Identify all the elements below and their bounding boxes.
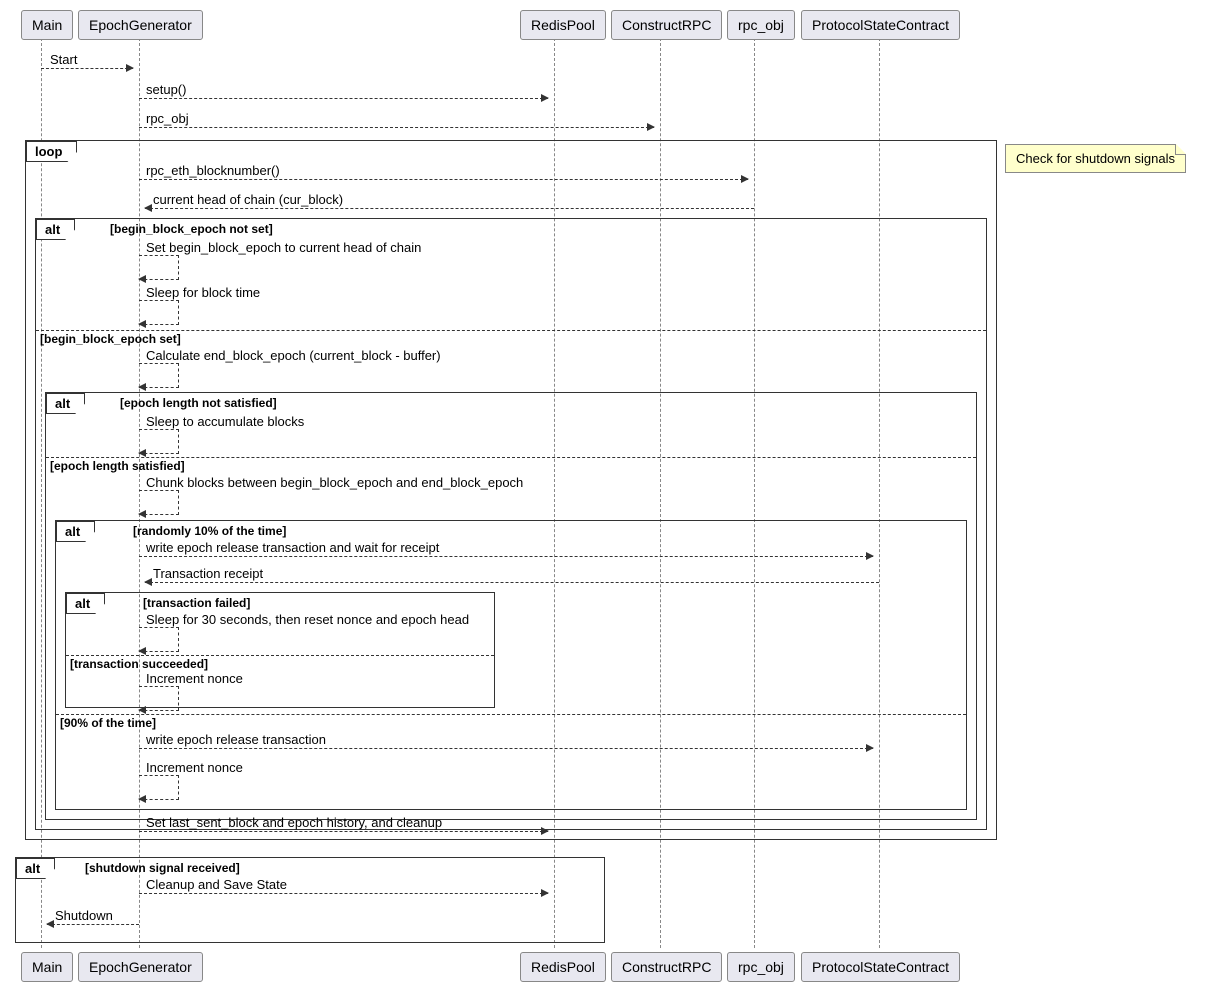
guard-shutdown: [shutdown signal received] (85, 861, 240, 875)
guard-random-10: [randomly 10% of the time] (133, 524, 286, 538)
arrow-inc-nonce2 (139, 775, 179, 800)
msg-current-head: current head of chain (cur_block) (153, 192, 343, 207)
msg-last-sent: Set last_sent_block and epoch history, a… (146, 815, 442, 830)
arrow-start (41, 68, 133, 69)
arrow-setup (139, 98, 548, 99)
arrow-last-sent (139, 831, 548, 832)
alt-epoch-label: alt (46, 393, 85, 414)
msg-calc-end: Calculate end_block_epoch (current_block… (146, 348, 441, 363)
guard-tx-succeeded: [transaction succeeded] (70, 657, 208, 671)
participant-epoch-generator-top: EpochGenerator (78, 10, 203, 40)
arrow-write-epoch (139, 748, 873, 749)
msg-inc-nonce2: Increment nonce (146, 760, 243, 775)
divider-epoch-sat (46, 457, 976, 458)
guard-epoch-not-sat: [epoch length not satisfied] (120, 396, 277, 410)
alt-tx-label: alt (66, 593, 105, 614)
guard-begin-not-set: [begin_block_epoch not set] (110, 222, 273, 236)
msg-sleep-accum: Sleep to accumulate blocks (146, 414, 304, 429)
alt-random-label: alt (56, 521, 95, 542)
arrow-chunk (139, 490, 179, 515)
alt-shutdown-label: alt (16, 858, 55, 879)
divider-begin-set (36, 330, 986, 331)
guard-epoch-sat: [epoch length satisfied] (50, 459, 185, 473)
arrow-rpc-obj (139, 127, 654, 128)
arrow-set-begin (139, 255, 179, 280)
note-shutdown: Check for shutdown signals (1005, 144, 1186, 173)
msg-setup: setup() (146, 82, 186, 97)
participant-main-top: Main (21, 10, 73, 40)
msg-write-epoch: write epoch release transaction (146, 732, 326, 747)
participant-protocol-state-bottom: ProtocolStateContract (801, 952, 960, 982)
arrow-inc-nonce (139, 686, 179, 711)
msg-chunk: Chunk blocks between begin_block_epoch a… (146, 475, 523, 490)
arrow-tx-receipt (145, 582, 879, 583)
arrow-sleep-accum (139, 429, 179, 454)
msg-sleep-30: Sleep for 30 seconds, then reset nonce a… (146, 612, 469, 627)
arrow-blocknumber (139, 179, 748, 180)
msg-shutdown: Shutdown (55, 908, 113, 923)
arrow-shutdown (47, 924, 139, 925)
msg-blocknumber: rpc_eth_blocknumber() (146, 163, 280, 178)
arrow-cleanup (139, 893, 548, 894)
participant-rpc-obj-bottom: rpc_obj (727, 952, 795, 982)
fragment-alt-tx: alt (65, 592, 495, 708)
participant-construct-rpc-bottom: ConstructRPC (611, 952, 722, 982)
arrow-write-wait (139, 556, 873, 557)
guard-tx-failed: [transaction failed] (143, 596, 250, 610)
participant-redis-pool-top: RedisPool (520, 10, 606, 40)
divider-90pct (56, 714, 966, 715)
participant-main-bottom: Main (21, 952, 73, 982)
msg-write-wait: write epoch release transaction and wait… (146, 540, 439, 555)
arrow-sleep-block (139, 300, 179, 325)
loop-label: loop (26, 141, 77, 162)
msg-sleep-block: Sleep for block time (146, 285, 260, 300)
msg-start: Start (50, 52, 77, 67)
participant-epoch-generator-bottom: EpochGenerator (78, 952, 203, 982)
arrow-sleep-30 (139, 627, 179, 652)
participant-rpc-obj-top: rpc_obj (727, 10, 795, 40)
arrow-current-head (145, 208, 754, 209)
divider-tx-succeeded (66, 655, 494, 656)
arrow-calc-end (139, 363, 179, 388)
msg-cleanup: Cleanup and Save State (146, 877, 287, 892)
msg-set-begin: Set begin_block_epoch to current head of… (146, 240, 421, 255)
participant-construct-rpc-top: ConstructRPC (611, 10, 722, 40)
msg-rpc-obj: rpc_obj (146, 111, 189, 126)
guard-90pct: [90% of the time] (60, 716, 156, 730)
msg-inc-nonce: Increment nonce (146, 671, 243, 686)
participant-redis-pool-bottom: RedisPool (520, 952, 606, 982)
participant-protocol-state-top: ProtocolStateContract (801, 10, 960, 40)
msg-tx-receipt: Transaction receipt (153, 566, 263, 581)
guard-begin-set: [begin_block_epoch set] (40, 332, 181, 346)
alt-begin-label: alt (36, 219, 75, 240)
